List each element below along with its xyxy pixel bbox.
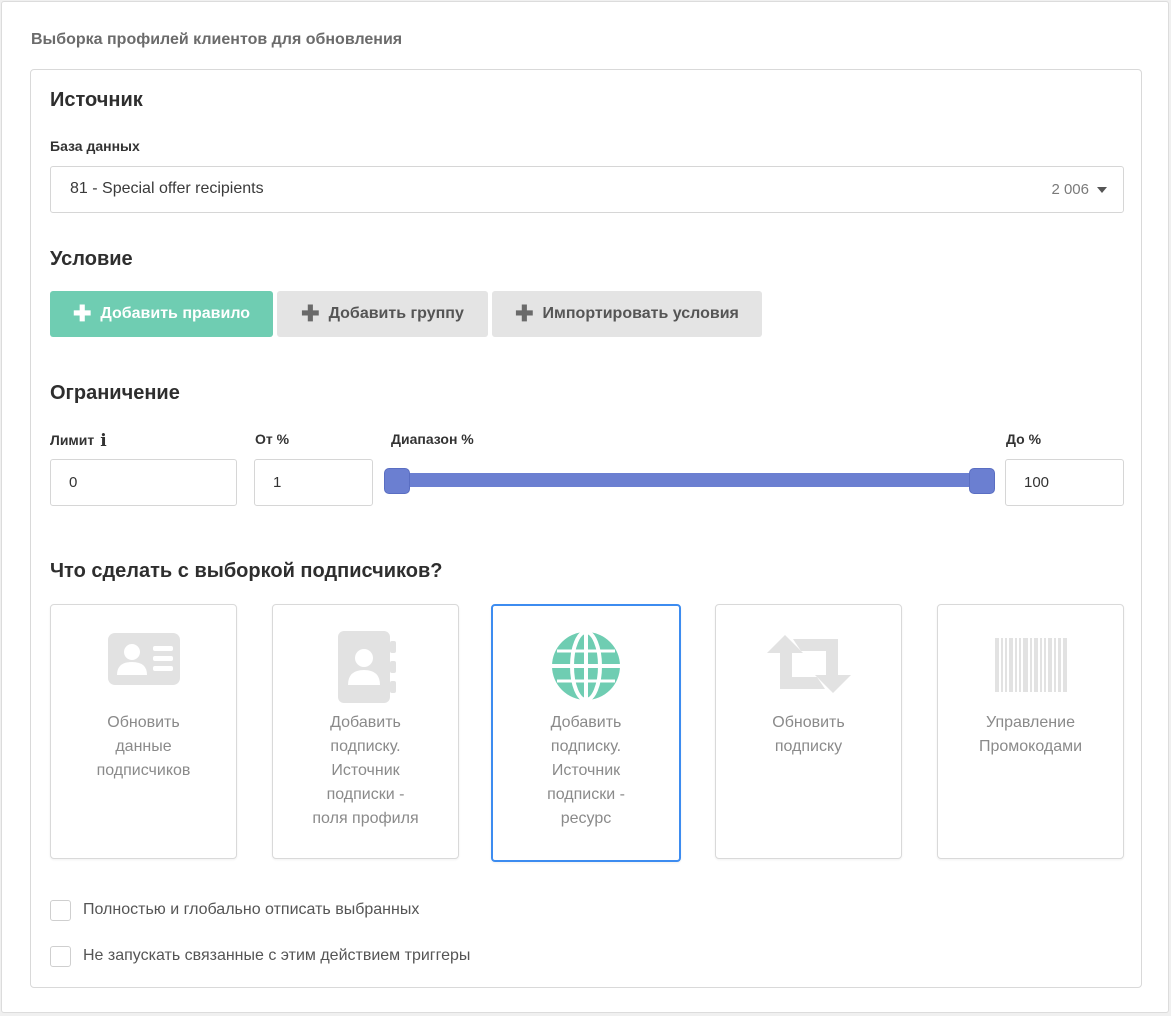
range-slider-handle-to[interactable] [969, 468, 995, 494]
limit-section-title: Ограничение [50, 382, 180, 404]
retweet-arrows-icon [765, 635, 853, 698]
info-icon[interactable]: i [100, 431, 110, 451]
action-card-update-subscriber-data[interactable]: Обновить данные подписчиков [50, 604, 237, 859]
plus-icon: ✚ [301, 301, 320, 326]
condition-section-title: Условие [50, 248, 133, 270]
add-rule-label: Добавить правило [100, 305, 251, 322]
database-label: База данных [50, 138, 140, 154]
address-book-icon [334, 631, 398, 708]
actions-section-title: Что сделать с выборкой подписчиков? [50, 560, 443, 582]
limit-label: Лимит i [50, 431, 110, 451]
database-select-value: 81 - Special offer recipients [70, 180, 264, 197]
import-conditions-button[interactable]: ✚ Импортировать условия [492, 291, 762, 337]
action-card-update-subscription[interactable]: Обновить подписку [715, 604, 902, 859]
source-section-title: Источник [50, 89, 143, 111]
action-card-add-subscription-resource[interactable]: Добавить подписку. Источник подписки - р… [491, 604, 681, 862]
unsubscribe-option[interactable]: Полностью и глобально отписать выбранных [50, 899, 419, 921]
no-triggers-label: Не запускать связанные с этим действием … [83, 947, 471, 964]
plus-icon: ✚ [72, 301, 92, 326]
add-group-label: Добавить группу [328, 305, 464, 322]
database-select[interactable]: 81 - Special offer recipients 2 006 [50, 166, 1124, 213]
range-slider-handle-from[interactable] [384, 468, 410, 494]
limit-label-text: Лимит [50, 432, 95, 448]
add-rule-button[interactable]: ✚ Добавить правило [50, 291, 273, 337]
import-conditions-label: Импортировать условия [542, 305, 739, 322]
page-title: Выборка профилей клиентов для обновления [31, 31, 403, 48]
unsubscribe-checkbox[interactable] [50, 899, 71, 921]
to-percent-label: До % [1006, 431, 1042, 447]
caret-down-icon [1097, 187, 1107, 193]
plus-icon: ✚ [515, 301, 534, 326]
add-group-button[interactable]: ✚ Добавить группу [277, 291, 488, 337]
from-percent-label: От % [255, 431, 290, 447]
from-percent-input[interactable]: 1 [254, 459, 373, 506]
action-card-promocodes[interactable]: Управление Промокодами [937, 604, 1124, 859]
action-card-add-subscription-profile[interactable]: Добавить подписку. Источник подписки - п… [272, 604, 459, 859]
barcode-icon [994, 638, 1067, 697]
action-card-label: Обновить данные подписчиков [96, 714, 191, 779]
to-percent-input[interactable]: 100 [1005, 459, 1124, 506]
action-card-label: Добавить подписку. Источник подписки - р… [547, 714, 625, 827]
page-container: Выборка профилей клиентов для обновления… [1, 1, 1169, 1013]
no-triggers-option[interactable]: Не запускать связанные с этим действием … [50, 945, 470, 967]
range-percent-label: Диапазон % [391, 431, 474, 447]
selection-panel: Источник База данных 81 - Special offer … [30, 69, 1142, 988]
action-card-label: Добавить подписку. Источник подписки - п… [312, 714, 419, 827]
unsubscribe-label: Полностью и глобально отписать выбранных [83, 901, 420, 918]
range-slider-track[interactable] [386, 473, 993, 487]
limit-input[interactable]: 0 [50, 459, 237, 506]
action-card-label: Обновить подписку [772, 714, 845, 755]
no-triggers-checkbox[interactable] [50, 945, 71, 967]
action-card-label: Управление Промокодами [978, 714, 1083, 755]
database-count: 2 006 [1051, 181, 1089, 198]
globe-icon [551, 630, 621, 706]
contact-card-icon [107, 631, 180, 692]
